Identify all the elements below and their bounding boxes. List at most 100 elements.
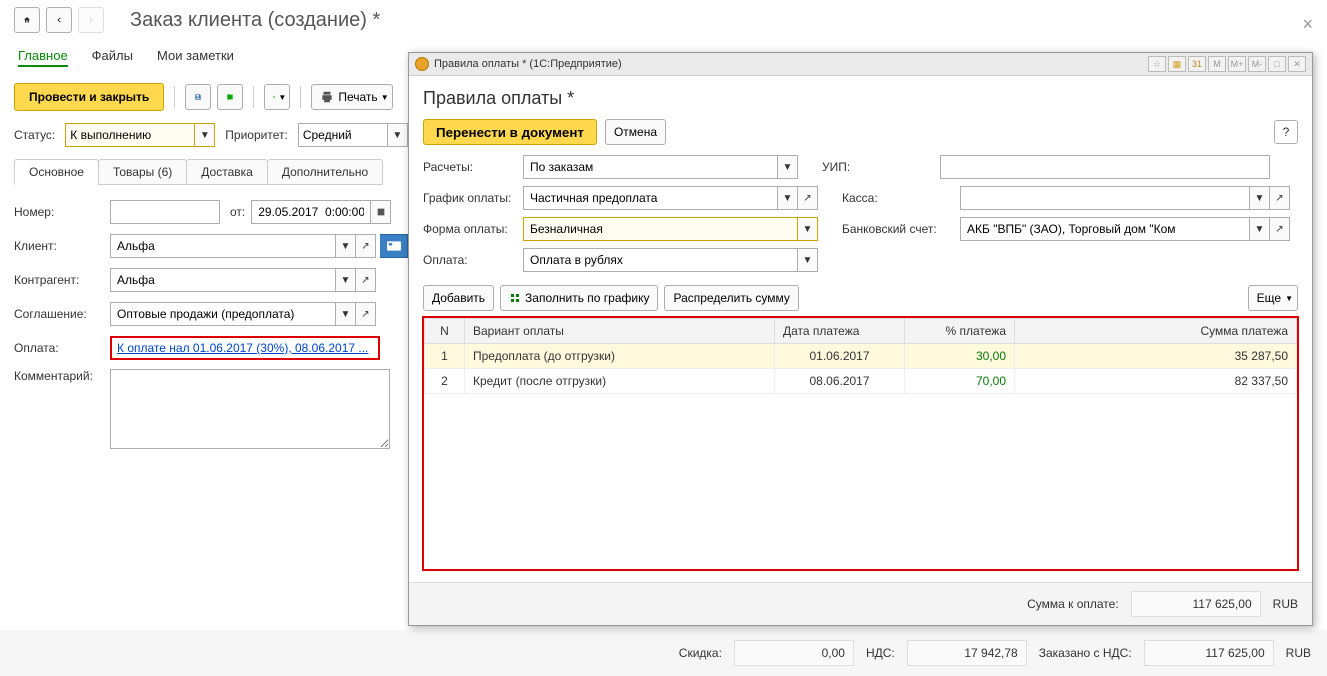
- dropdown-icon[interactable]: ▼: [798, 217, 818, 241]
- date-label: от:: [230, 205, 245, 219]
- open-ref-icon[interactable]: ↗: [356, 268, 376, 292]
- m-icon[interactable]: M: [1208, 56, 1226, 72]
- tab-basic[interactable]: Основное: [14, 159, 99, 185]
- dropdown-icon[interactable]: ▼: [778, 186, 798, 210]
- tab-files[interactable]: Файлы: [92, 46, 133, 67]
- comment-input[interactable]: [110, 369, 390, 449]
- save-button[interactable]: [185, 84, 211, 110]
- close-icon[interactable]: ✕: [1288, 56, 1306, 72]
- currency-label: RUB: [1273, 597, 1298, 611]
- cancel-button[interactable]: Отмена: [605, 119, 666, 145]
- nav-back-button[interactable]: [46, 7, 72, 33]
- m-minus-icon[interactable]: M-: [1248, 56, 1266, 72]
- payment-link[interactable]: К оплате нал 01.06.2017 (30%), 08.06.201…: [113, 341, 372, 355]
- col-amount[interactable]: Сумма платежа: [1015, 319, 1297, 344]
- home-icon: [23, 13, 31, 27]
- close-icon[interactable]: ×: [1302, 14, 1313, 35]
- client-input[interactable]: [110, 234, 336, 258]
- ordered-value: 117 625,00: [1144, 640, 1274, 666]
- tab-notes[interactable]: Мои заметки: [157, 46, 234, 67]
- m-plus-icon[interactable]: M+: [1228, 56, 1246, 72]
- form-pay-label: Форма оплаты:: [423, 222, 515, 236]
- arrow-right-icon: [87, 14, 95, 26]
- distribute-button[interactable]: Распределить сумму: [664, 285, 798, 311]
- maximize-icon[interactable]: □: [1268, 56, 1286, 72]
- bank-select[interactable]: [960, 217, 1250, 241]
- currency-label: RUB: [1286, 646, 1311, 660]
- vat-value: 17 942,78: [907, 640, 1027, 666]
- open-ref-icon[interactable]: ↗: [798, 186, 818, 210]
- calendar-icon[interactable]: [371, 200, 391, 224]
- status-select[interactable]: [65, 123, 195, 147]
- card-icon: [387, 241, 401, 251]
- agreement-input[interactable]: [110, 302, 336, 326]
- contragent-input[interactable]: [110, 268, 336, 292]
- calc-icon[interactable]: ▦: [1168, 56, 1186, 72]
- ordered-label: Заказано с НДС:: [1039, 646, 1132, 660]
- dropdown-icon[interactable]: ▼: [1250, 217, 1270, 241]
- kassa-select[interactable]: [960, 186, 1250, 210]
- tab-delivery[interactable]: Доставка: [186, 159, 268, 185]
- client-card-button[interactable]: [380, 234, 408, 258]
- open-ref-icon[interactable]: ↗: [356, 302, 376, 326]
- page-title: Заказ клиента (создание) *: [130, 9, 380, 32]
- calendar-icon[interactable]: 31: [1188, 56, 1206, 72]
- help-button[interactable]: ?: [1274, 120, 1298, 144]
- dialog-window-title: Правила оплаты * (1С:Предприятие): [434, 58, 622, 70]
- save-icon: [194, 90, 202, 104]
- dropdown-icon[interactable]: ▼: [1250, 186, 1270, 210]
- tab-extra[interactable]: Дополнительно: [267, 159, 383, 185]
- fill-icon: [509, 292, 521, 304]
- calc-select[interactable]: [523, 155, 778, 179]
- create-based-button[interactable]: ▼: [264, 84, 290, 110]
- payment-type-select[interactable]: [523, 248, 798, 272]
- contragent-label: Контрагент:: [14, 273, 110, 287]
- printer-icon: [320, 90, 334, 104]
- table-row[interactable]: 1 Предоплата (до отгрузки) 01.06.2017 30…: [425, 344, 1297, 369]
- dropdown-icon[interactable]: ▼: [798, 248, 818, 272]
- col-date[interactable]: Дата платежа: [775, 319, 905, 344]
- tab-main[interactable]: Главное: [18, 46, 68, 67]
- home-button[interactable]: [14, 7, 40, 33]
- fill-schedule-button[interactable]: Заполнить по графику: [500, 285, 658, 311]
- comment-label: Комментарий:: [14, 369, 110, 383]
- post-button[interactable]: [217, 84, 243, 110]
- dropdown-icon[interactable]: ▼: [336, 302, 356, 326]
- number-input[interactable]: [110, 200, 220, 224]
- status-label: Статус:: [14, 128, 55, 142]
- uip-input[interactable]: [940, 155, 1270, 179]
- payment-label: Оплата:: [14, 341, 110, 355]
- more-button[interactable]: Еще▼: [1248, 285, 1298, 311]
- priority-select[interactable]: [298, 123, 388, 147]
- calc-label: Расчеты:: [423, 160, 515, 174]
- client-label: Клиент:: [14, 239, 110, 253]
- form-pay-select[interactable]: [523, 217, 798, 241]
- col-n[interactable]: N: [425, 319, 465, 344]
- dropdown-icon[interactable]: ▼: [336, 234, 356, 258]
- star-icon[interactable]: ☆: [1148, 56, 1166, 72]
- nav-forward-button[interactable]: [78, 7, 104, 33]
- transfer-button[interactable]: Перенести в документ: [423, 119, 597, 145]
- open-ref-icon[interactable]: ↗: [356, 234, 376, 258]
- document-icon: [273, 90, 275, 104]
- col-variant[interactable]: Вариант оплаты: [465, 319, 775, 344]
- add-row-button[interactable]: Добавить: [423, 285, 494, 311]
- schedule-label: График оплаты:: [423, 191, 515, 205]
- tab-goods[interactable]: Товары (6): [98, 159, 187, 185]
- print-button[interactable]: Печать ▼: [311, 84, 392, 110]
- open-ref-icon[interactable]: ↗: [1270, 186, 1290, 210]
- dropdown-icon[interactable]: ▼: [778, 155, 798, 179]
- date-input[interactable]: [251, 200, 371, 224]
- dropdown-icon[interactable]: ▼: [195, 123, 215, 147]
- open-ref-icon[interactable]: ↗: [1270, 217, 1290, 241]
- dialog-title: Правила оплаты *: [423, 88, 1298, 109]
- dropdown-icon[interactable]: ▼: [336, 268, 356, 292]
- schedule-select[interactable]: [523, 186, 778, 210]
- col-pct[interactable]: % платежа: [905, 319, 1015, 344]
- table-row[interactable]: 2 Кредит (после отгрузки) 08.06.2017 70,…: [425, 369, 1297, 394]
- app-1c-icon: [415, 57, 429, 71]
- vat-label: НДС:: [866, 646, 895, 660]
- post-close-button[interactable]: Провести и закрыть: [14, 83, 164, 111]
- dropdown-icon[interactable]: ▼: [388, 123, 408, 147]
- discount-label: Скидка:: [679, 646, 722, 660]
